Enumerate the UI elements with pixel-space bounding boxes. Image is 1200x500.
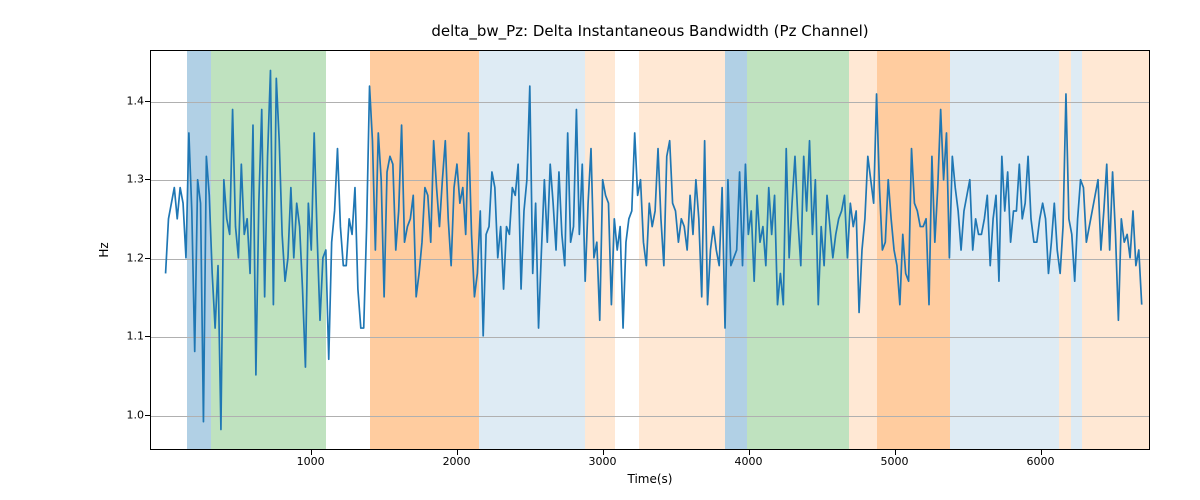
y-tick-mark	[145, 415, 150, 416]
y-tick-label: 1.2	[127, 251, 145, 264]
data-line	[151, 51, 1149, 449]
x-tick-label: 2000	[443, 455, 471, 468]
y-tick-mark	[145, 179, 150, 180]
x-tick-label: 6000	[1027, 455, 1055, 468]
chart-title: delta_bw_Pz: Delta Instantaneous Bandwid…	[150, 22, 1150, 40]
y-tick-label: 1.1	[127, 330, 145, 343]
y-tick-mark	[145, 258, 150, 259]
x-tick-mark	[603, 450, 604, 455]
x-tick-label: 5000	[881, 455, 909, 468]
y-tick-mark	[145, 101, 150, 102]
plot-area	[150, 50, 1150, 450]
x-tick-label: 3000	[589, 455, 617, 468]
x-axis-label: Time(s)	[150, 472, 1150, 486]
x-tick-mark	[311, 450, 312, 455]
y-tick-label: 1.3	[127, 173, 145, 186]
y-tick-label: 1.0	[127, 408, 145, 421]
series-line	[166, 71, 1142, 430]
figure: delta_bw_Pz: Delta Instantaneous Bandwid…	[0, 0, 1200, 500]
x-tick-mark	[895, 450, 896, 455]
x-tick-mark	[457, 450, 458, 455]
y-tick-mark	[145, 336, 150, 337]
x-tick-label: 1000	[297, 455, 325, 468]
y-tick-label: 1.4	[127, 94, 145, 107]
y-axis-label: Hz	[97, 242, 111, 257]
x-tick-mark	[749, 450, 750, 455]
x-tick-label: 4000	[735, 455, 763, 468]
x-tick-mark	[1041, 450, 1042, 455]
